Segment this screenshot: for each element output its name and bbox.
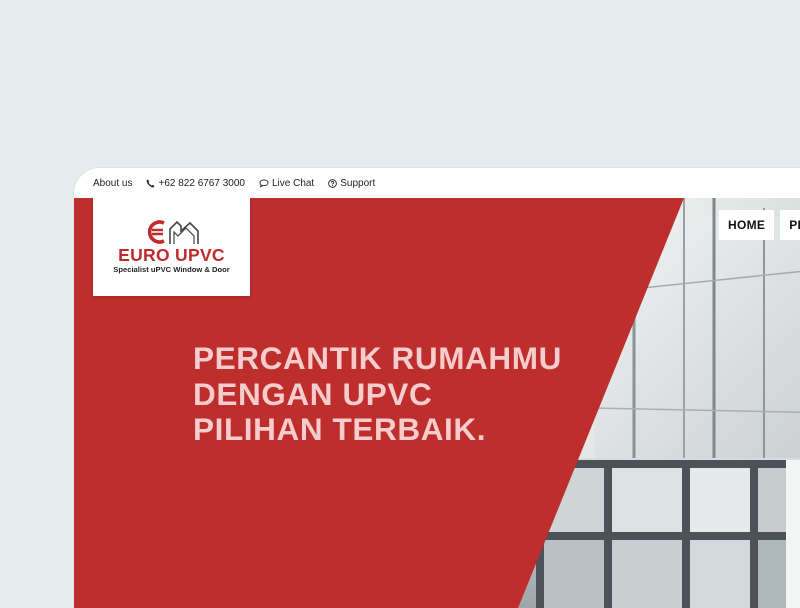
nav-products[interactable]: PRO (780, 210, 800, 240)
headline-line: DENGAN UPVC (193, 375, 433, 412)
euro-upvc-logo-mark (147, 220, 199, 244)
logo-name: EURO UPVC (118, 245, 225, 265)
main-nav: HOME PRO (719, 210, 800, 240)
phone-label: +62 822 6767 3000 (158, 177, 245, 189)
chat-icon (259, 178, 269, 188)
live-chat-link[interactable]: Live Chat (259, 178, 314, 189)
headline-line: PILIHAN TERBAIK. (193, 411, 487, 447)
about-us-label: About us (93, 177, 133, 189)
about-us-link[interactable]: About us (93, 178, 132, 189)
phone-icon (147, 179, 155, 187)
phone-link[interactable]: +62 822 6767 3000 (146, 177, 245, 189)
support-link[interactable]: Support (328, 178, 375, 189)
hero-headline: PERCANTIK RUMAHMU DENGAN UPVC PILIHAN TE… (193, 340, 613, 448)
live-chat-label: Live Chat (271, 177, 315, 189)
site-logo[interactable]: EURO UPVC Specialist uPVC Window & Door (93, 198, 250, 296)
top-utility-bar: About us +62 822 6767 3000 Live Chat Sup… (74, 168, 800, 198)
help-circle-icon (328, 178, 338, 188)
headline-line: PERCANTIK RUMAHMU (193, 340, 562, 376)
support-label: Support (340, 177, 376, 189)
logo-tagline: Specialist uPVC Window & Door (113, 265, 230, 274)
browser-viewport: About us +62 822 6767 3000 Live Chat Sup… (74, 168, 800, 608)
nav-home[interactable]: HOME (719, 210, 775, 240)
hero-section: EURO UPVC Specialist uPVC Window & Door … (74, 198, 800, 608)
